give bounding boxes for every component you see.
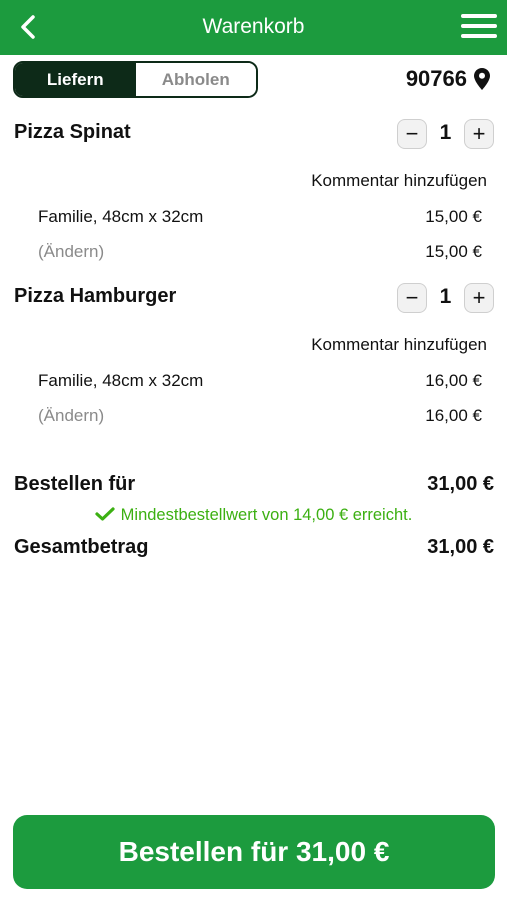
decrease-quantity-button[interactable]: − [397, 119, 427, 149]
item-total-price: 15,00 € [425, 242, 482, 261]
minimum-order-message: Mindestbestellwert von 14,00 € erreicht. [0, 506, 507, 525]
postal-code[interactable]: 90766 [406, 66, 467, 92]
increase-quantity-button[interactable]: + [464, 283, 494, 313]
checkmark-icon [95, 507, 115, 521]
total-value: 31,00 € [427, 536, 494, 558]
change-item-link[interactable]: (Ändern) [38, 406, 104, 426]
quantity-value: 1 [439, 121, 452, 144]
page-title: Warenkorb [202, 15, 305, 38]
item-size: Familie, 48cm x 32cm [38, 371, 204, 390]
add-comment-link[interactable]: Kommentar hinzufügen [311, 171, 487, 191]
toggle-liefern[interactable]: Liefern [15, 63, 136, 96]
add-comment-link[interactable]: Kommentar hinzufügen [311, 335, 487, 355]
hamburger-menu-icon[interactable] [461, 14, 497, 42]
cart-item-name: Pizza Hamburger [14, 285, 177, 307]
cart-item-name: Pizza Spinat [14, 121, 131, 143]
minimum-order-text: Mindestbestellwert von 14,00 € erreicht. [120, 506, 413, 524]
item-size-price: 15,00 € [425, 207, 482, 226]
item-size-price: 16,00 € [425, 371, 482, 390]
top-app-bar: Warenkorb [0, 0, 507, 55]
order-for-value: 31,00 € [427, 473, 494, 495]
increase-quantity-button[interactable]: + [464, 119, 494, 149]
order-for-label: Bestellen für [14, 473, 136, 495]
total-label: Gesamtbetrag [14, 536, 149, 558]
toggle-abholen[interactable]: Abholen [135, 63, 256, 96]
map-pin-icon[interactable] [474, 68, 490, 90]
place-order-button[interactable]: Bestellen für 31,00 € [13, 815, 495, 889]
quantity-stepper: − 1 + [397, 119, 494, 149]
quantity-stepper: − 1 + [397, 283, 494, 313]
delivery-mode-toggle: Liefern Abholen [13, 61, 258, 98]
quantity-value: 1 [439, 285, 452, 308]
decrease-quantity-button[interactable]: − [397, 283, 427, 313]
change-item-link[interactable]: (Ändern) [38, 242, 104, 262]
item-size: Familie, 48cm x 32cm [38, 207, 204, 226]
item-total-price: 16,00 € [425, 406, 482, 425]
